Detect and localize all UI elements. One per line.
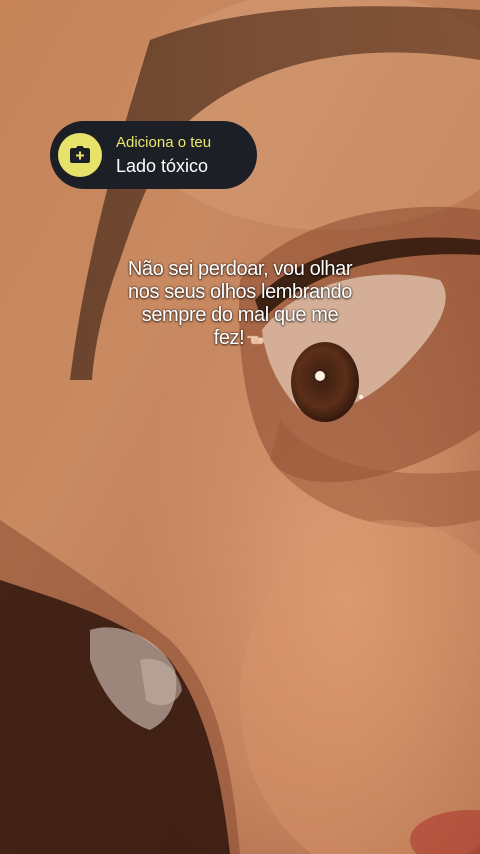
caption-line: nos seus olhos lembrando (128, 281, 352, 303)
caption-line: fez! (213, 327, 245, 349)
camera-plus-icon (58, 133, 102, 177)
caption-line: Não sei perdoar, vou olhar (127, 258, 353, 280)
pointing-hand-emoji (246, 327, 266, 353)
sticker-subtitle: Lado tóxico (116, 156, 209, 176)
add-yours-sticker[interactable]: Adiciona o teu Lado tóxico (50, 121, 257, 189)
sticker-text: Adiciona o teu Lado tóxico (116, 135, 211, 175)
sticker-title: Adiciona o teu (116, 134, 212, 151)
video-frame: Adiciona o teu Lado tóxico Não sei perdo… (0, 0, 480, 854)
caption-line: sempre do mal que me (141, 304, 339, 326)
caption-last-line: fez! (70, 327, 410, 353)
video-caption: Não sei perdoar, vou olhar nos seus olho… (70, 258, 410, 353)
